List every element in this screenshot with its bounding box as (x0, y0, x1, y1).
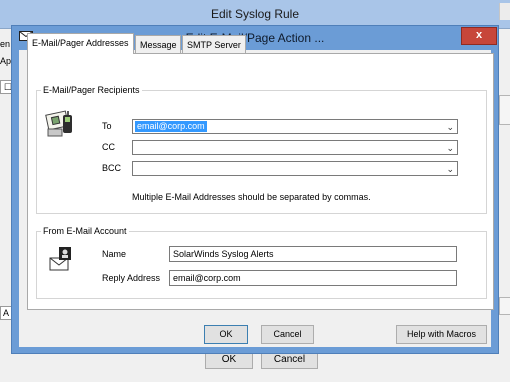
chevron-down-icon[interactable]: ⌄ (446, 121, 454, 133)
recipients-note: Multiple E-Mail Addresses should be sepa… (132, 192, 371, 202)
to-label: To (102, 121, 112, 131)
tab-email-pager-addresses[interactable]: E-Mail/Pager Addresses (27, 33, 134, 54)
name-label: Name (102, 249, 127, 259)
close-icon: x (475, 29, 483, 41)
tab-smtp-server[interactable]: SMTP Server (182, 35, 246, 53)
background-window-title: Edit Syslog Rule (210, 7, 300, 21)
mail-account-icon (49, 247, 71, 271)
help-with-macros-button[interactable]: Help with Macros (396, 325, 487, 344)
cancel-button[interactable]: Cancel (261, 325, 314, 344)
bcc-combobox[interactable]: ⌄ (132, 161, 458, 176)
tab-label: SMTP Server (187, 40, 241, 50)
chevron-down-icon[interactable]: ⌄ (446, 163, 454, 175)
background-window-controls (499, 3, 510, 20)
cc-combobox[interactable]: ⌄ (132, 140, 458, 155)
to-value: email@corp.com (135, 121, 207, 132)
tab-panel-email-pager-addresses: E-Mail/Pager Recipients To email@corp.co… (27, 53, 494, 310)
background-label-fragment: en (0, 39, 11, 49)
name-value: SolarWinds Syslog Alerts (173, 249, 274, 259)
cc-label: CC (102, 142, 115, 152)
background-label-fragment: Ap (0, 56, 12, 66)
ok-button[interactable]: OK (204, 325, 248, 344)
name-field[interactable]: SolarWinds Syslog Alerts (169, 246, 457, 262)
to-combobox[interactable]: email@corp.com ⌄ (132, 119, 458, 134)
background-control-fragment (499, 297, 510, 315)
tab-message[interactable]: Message (135, 35, 181, 53)
reply-address-field[interactable]: email@corp.com (169, 270, 457, 286)
tab-label: E-Mail/Pager Addresses (32, 38, 129, 48)
reply-address-value: email@corp.com (173, 273, 241, 283)
from-account-group-label: From E-Mail Account (41, 225, 129, 237)
contact-card-icon (45, 110, 72, 137)
bcc-label: BCC (102, 163, 122, 173)
background-scroll-fragment (499, 95, 510, 125)
reply-address-label: Reply Address (102, 273, 161, 283)
close-button[interactable]: x (461, 27, 497, 45)
chevron-down-icon[interactable]: ⌄ (446, 142, 454, 154)
recipients-group-label: E-Mail/Pager Recipients (41, 84, 142, 96)
from-account-group: From E-Mail Account Name SolarWinds Sysl… (36, 225, 487, 299)
recipients-group: E-Mail/Pager Recipients To email@corp.co… (36, 84, 487, 214)
tab-label: Message (140, 40, 177, 50)
